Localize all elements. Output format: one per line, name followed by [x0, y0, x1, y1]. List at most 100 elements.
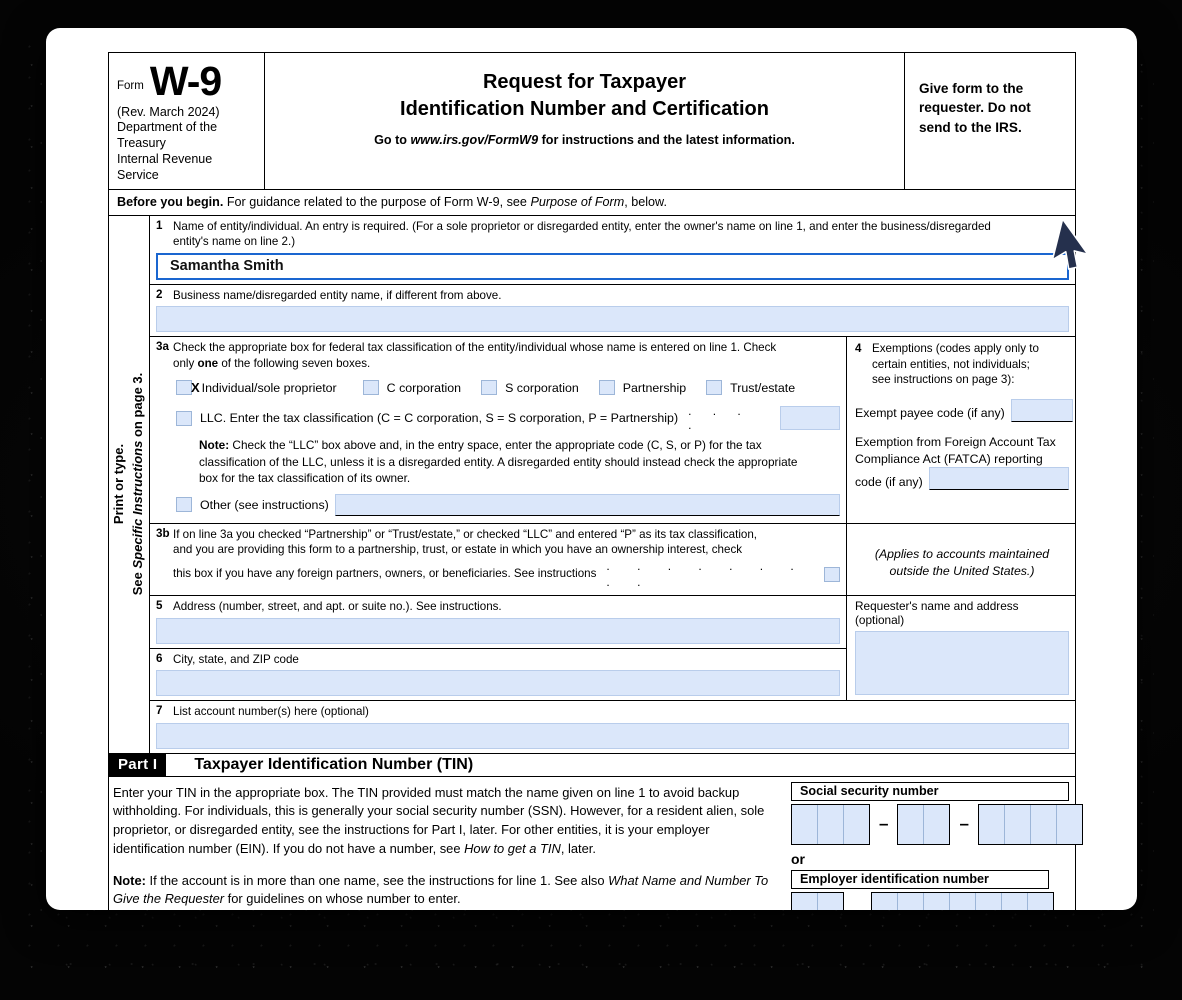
checkbox-foreign-partners[interactable] [824, 566, 840, 582]
ssn-segment-2[interactable] [897, 803, 951, 845]
line-3a-only: only [173, 356, 198, 370]
label-c-corporation: C corporation [386, 380, 462, 395]
line-4-exemptions-block: 4 Exemptions (codes apply only to certai… [847, 337, 1075, 523]
line-1-name-input[interactable]: Samantha Smith [156, 252, 1069, 280]
ssn-dash-2: – [959, 814, 969, 834]
label-individual-sole-proprietor: Individual/sole proprietor [201, 380, 337, 395]
checkbox-trust-estate[interactable] [706, 380, 723, 396]
fatca-label-c: code (if any) [855, 474, 923, 489]
label-trust-estate: Trust/estate [730, 380, 796, 395]
treasury-line: Department of the Treasury [117, 120, 218, 151]
line-3a-other-row: Other (see instructions) [156, 493, 840, 516]
sidebar-print-or-type: Print or type. [111, 444, 127, 525]
fatca-block: Exemption from Foreign Account Tax Compl… [855, 434, 1069, 491]
line-4-number: 4 [855, 342, 862, 356]
irs-line: Internal Revenue Service [117, 151, 213, 182]
sidebar-see: See [130, 568, 145, 596]
goto-suffix: for instructions and the latest informat… [538, 133, 795, 148]
line-7-block: 7 List account number(s) here (optional) [150, 701, 1075, 753]
line-6-city-state-zip-input[interactable] [156, 670, 840, 697]
ein-label: Employer identification number [791, 869, 1049, 889]
line-2-business-name-input[interactable] [156, 306, 1069, 333]
label-llc: LLC. Enter the tax classification (C = C… [200, 411, 679, 426]
give-form-line1: Give form to the [919, 81, 1024, 96]
ssn-segment-3[interactable] [977, 803, 1083, 845]
checkbox-s-corporation[interactable] [481, 380, 498, 396]
print-or-type-sidebar: Print or type. See Specific Instructions… [109, 215, 150, 753]
requester-label: Requester's name and address (optional) [855, 599, 1019, 628]
line-4-label-b: certain entities, not individuals; [872, 357, 1030, 371]
give-form-line2: requester. Do not [919, 100, 1031, 116]
tin-paragraph-1: Enter your TIN in the appropriate box. T… [113, 784, 771, 859]
before-you-begin-bold: Before you begin. [117, 195, 224, 210]
check-mark-individual: X [191, 380, 200, 396]
other-classification-input[interactable] [334, 493, 840, 516]
line-3a-row: 3a Check the appropriate box for federal… [150, 337, 1075, 524]
before-you-begin-text: For guidance related to the purpose of F… [223, 195, 531, 210]
line-1-number: 1 [156, 218, 163, 232]
how-to-get-a-tin-ref: How to get a TIN [464, 840, 561, 856]
checkbox-c-corporation[interactable] [362, 380, 379, 396]
ssn-label: Social security number [791, 781, 1069, 801]
ein-input-group[interactable]: – [791, 891, 1069, 910]
line-1-label-a: Name of entity/individual. An entry is r… [173, 219, 991, 233]
checkbox-partnership[interactable] [598, 380, 615, 396]
form-title-line2: Identification Number and Certification [400, 97, 769, 120]
ein-segment-1[interactable] [791, 891, 844, 910]
line-3b-block: 3b If on line 3a you checked “Partnershi… [150, 523, 847, 596]
checkbox-individual-sole-proprietor[interactable] [176, 380, 192, 396]
tin-para-a: Enter your TIN in the appropriate box. T… [113, 784, 765, 856]
irs-url[interactable]: www.irs.gov/FormW9 [410, 133, 538, 147]
tin-note-b: for guidelines on whose number to enter. [224, 891, 461, 907]
goto-prefix: Go to [374, 133, 411, 148]
tin-note-bold: Note: [113, 872, 146, 888]
line-6-block: 6 City, state, and ZIP code [150, 649, 846, 701]
line-5-number: 5 [156, 599, 163, 613]
line-2-label: Business name/disregarded entity name, i… [173, 288, 502, 302]
line-5-label: Address (number, street, and apt. or sui… [173, 600, 502, 614]
exempt-payee-code-input[interactable] [1010, 398, 1073, 422]
part-1-title: Taxpayer Identification Number (TIN) [194, 755, 474, 773]
part-1-header: Part I Taxpayer Identification Number (T… [109, 752, 1075, 777]
ssn-segment-1[interactable] [791, 803, 870, 845]
tin-para-b: , later. [560, 840, 596, 856]
or-separator: or [791, 850, 805, 867]
masthead-title: Request for Taxpayer Identification Numb… [265, 53, 905, 190]
ssn-input-group[interactable]: – – [791, 803, 1083, 845]
checkbox-llc[interactable] [176, 410, 192, 426]
exempt-payee-row: Exempt payee code (if any) [855, 398, 1073, 422]
line-6-number: 6 [156, 651, 163, 665]
part-1-body: Enter your TIN in the appropriate box. T… [109, 777, 1083, 910]
form-revision: (Rev. March 2024) [117, 104, 220, 119]
tin-instructions: Enter your TIN in the appropriate box. T… [109, 777, 783, 910]
ein-segment-2[interactable] [871, 891, 1055, 910]
form-number: W-9 [149, 58, 222, 104]
fatca-label-b: Compliance Act (FATCA) reporting [855, 451, 1043, 466]
exempt-payee-label: Exempt payee code (if any) [855, 406, 1005, 421]
line-3b-leader-dots: . . . . . . . . . [606, 558, 806, 590]
llc-note-line3: box for the tax classification of its ow… [199, 471, 411, 486]
line-3b-row: 3b If on line 3a you checked “Partnershi… [150, 523, 1075, 597]
requester-block: Requester's name and address (optional) [847, 596, 1075, 700]
requester-name-address-input[interactable] [855, 631, 1069, 696]
address-requester-row: 5 Address (number, street, and apt. or s… [150, 596, 1075, 702]
llc-classification-input[interactable] [780, 406, 840, 431]
line-3a-checkbox-row: X Individual/sole proprietor C corporati… [156, 380, 840, 396]
checkbox-other[interactable] [176, 497, 192, 513]
masthead-left: Form W-9 (Rev. March 2024) Department of… [109, 53, 265, 190]
line-7-label: List account number(s) here (optional) [173, 705, 369, 719]
purpose-of-form-ref: Purpose of Form [530, 195, 625, 210]
line-2-number: 2 [156, 287, 163, 301]
line-6-label: City, state, and ZIP code [173, 652, 299, 666]
line-3a-note: Note: Check the “LLC” box above and, in … [156, 437, 840, 487]
line-5-address-input[interactable] [156, 617, 840, 644]
sidebar-specific-instructions: See Specific Instructions on page 3. [129, 373, 148, 596]
label-s-corporation: S corporation [505, 380, 579, 395]
line-3a-boxes-text: of the following seven boxes. [218, 356, 371, 370]
sidebar-italic-ref: Specific Instructions [130, 440, 145, 569]
fatca-code-input[interactable] [928, 467, 1069, 491]
line-3a-number: 3a [156, 340, 169, 354]
line-7-account-numbers-input[interactable] [156, 722, 1069, 749]
llc-note-bold: Note: [199, 438, 230, 453]
line-5-block: 5 Address (number, street, and apt. or s… [150, 596, 846, 649]
